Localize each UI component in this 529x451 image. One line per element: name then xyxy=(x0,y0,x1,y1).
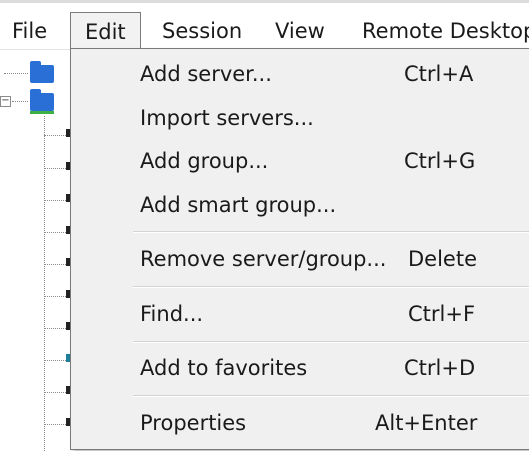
menu-item-label: Remove server/group... xyxy=(140,247,387,271)
tree-connector xyxy=(12,101,28,102)
menu-item-label: Find... xyxy=(140,302,204,326)
menu-remote-desktop[interactable]: Remote Desktop xyxy=(358,12,529,50)
menu-item-label: Add to favorites xyxy=(140,356,308,380)
menu-item-add-smart-group[interactable]: Add smart group... xyxy=(71,186,529,226)
folder-icon[interactable] xyxy=(30,89,54,114)
menu-item-shortcut: Alt+Enter xyxy=(375,411,478,435)
menu-item-label: Import servers... xyxy=(140,106,314,130)
folder-icon[interactable] xyxy=(30,61,54,83)
tree-connector xyxy=(4,73,28,74)
edit-menu-dropdown: Add server... Ctrl+A Import servers... A… xyxy=(70,48,529,450)
menu-item-find[interactable]: Find... Ctrl+F xyxy=(71,295,529,335)
menu-item-label: Properties xyxy=(140,411,247,435)
menu-separator xyxy=(133,341,529,343)
menu-separator xyxy=(133,286,529,288)
menu-item-properties[interactable]: Properties Alt+Enter xyxy=(71,404,529,444)
menu-item-shortcut: Delete xyxy=(408,247,477,271)
menu-item-shortcut: Ctrl+D xyxy=(404,356,476,380)
menu-item-label: Add smart group... xyxy=(140,193,337,217)
menu-item-remove-server-group[interactable]: Remove server/group... Delete xyxy=(71,240,529,280)
menu-item-shortcut: Ctrl+A xyxy=(404,62,474,86)
menu-bar: File Edit Session View Remote Desktop xyxy=(0,3,529,52)
menu-item-shortcut: Ctrl+F xyxy=(408,302,476,326)
menu-item-add-server[interactable]: Add server... Ctrl+A xyxy=(71,55,529,95)
menu-file[interactable]: File xyxy=(8,12,51,50)
menu-item-shortcut: Ctrl+G xyxy=(404,149,476,173)
menu-separator xyxy=(133,231,529,233)
app-window: File Edit Session View Remote Desktop − xyxy=(0,0,529,451)
menu-item-add-group[interactable]: Add group... Ctrl+G xyxy=(71,142,529,182)
menu-item-label: Add group... xyxy=(140,149,269,173)
menu-view[interactable]: View xyxy=(271,12,329,50)
tree-connector xyxy=(44,116,45,451)
menu-item-import-servers[interactable]: Import servers... xyxy=(71,99,529,139)
menu-edit[interactable]: Edit xyxy=(70,12,141,52)
menu-session[interactable]: Session xyxy=(158,12,246,50)
collapse-icon[interactable]: − xyxy=(0,96,11,107)
menu-separator xyxy=(133,395,529,397)
menu-item-add-to-favorites[interactable]: Add to favorites Ctrl+D xyxy=(71,349,529,389)
menu-item-label: Add server... xyxy=(140,62,272,86)
